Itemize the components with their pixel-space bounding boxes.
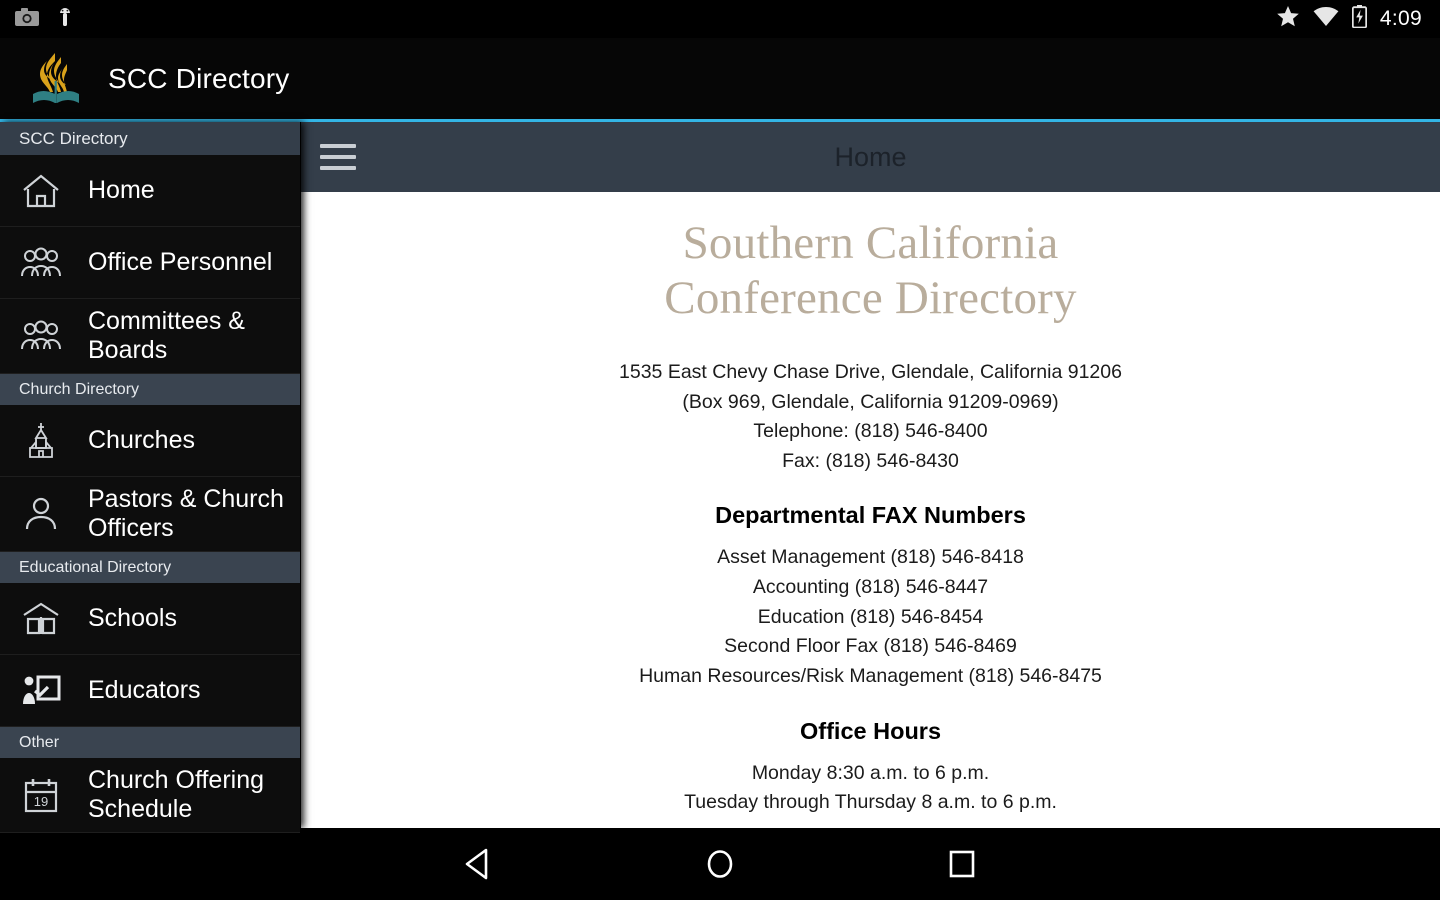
fax-number-item: Asset Management (818) 546-8418 [717,546,1024,569]
address-block: 1535 East Chevy Chase Drive, Glendale, C… [301,358,1440,477]
address-line: 1535 East Chevy Chase Drive, Glendale, C… [619,360,1122,383]
fax-line: Fax: (818) 546-8430 [782,449,959,472]
drawer-section-label: Church Directory [19,380,140,398]
fax-number-item: Accounting (818) 546-8447 [752,576,989,599]
main-content: Southern California Conference Directory… [301,192,1440,828]
adventist-flame-book-logo-icon [30,51,82,107]
church-icon [19,419,63,463]
wifi-icon [1313,6,1339,32]
app-title: SCC Directory [108,62,290,94]
content-header: Home [301,122,1440,192]
directory-title-line2: Conference Directory [664,271,1077,324]
sidebar-item-label: Office Personnel [88,248,273,276]
office-hours-item: Tuesday through Thursday 8 a.m. to 6 p.m… [684,791,1057,814]
page-title: Home [834,141,907,172]
recents-square-icon[interactable] [902,828,1022,900]
sidebar-item-pastors-church-officers[interactable]: Pastors & Church Officers [0,477,300,552]
drawer-section-other: Other [0,727,300,758]
sidebar-item-educators[interactable]: Educators [0,655,300,727]
sidebar-item-label: Pastors & Church Officers [88,485,284,542]
status-bar-clock: 4:09 [1379,7,1422,30]
sidebar-item-label: Schools [88,604,177,632]
telephone-line: Telephone: (818) 546-8400 [753,420,988,443]
fax-number-list: Asset Management (818) 546-8418 Accounti… [301,543,1440,691]
android-status-bar: 4:09 [0,0,1440,38]
fax-number-item: Education (818) 546-8454 [757,605,984,628]
drawer-section-label: Educational Directory [19,558,172,576]
office-hours-item: Monday 8:30 a.m. to 6 p.m. [751,761,990,784]
people-group-icon [19,314,63,358]
drawer-section-educational-directory: Educational Directory [0,552,300,583]
svg-text:19: 19 [34,794,48,809]
sidebar-item-label: Church Offering Schedule [88,766,265,823]
camera-icon [14,7,40,32]
fax-number-item: Human Resources/Risk Management (818) 54… [639,664,1102,687]
status-bar-notifications [0,6,76,33]
sidebar-item-label: Churches [88,426,195,454]
drawer-section-church-directory: Church Directory [0,374,300,405]
navigation-drawer[interactable]: SCC Directory Home Office Personnel Comm… [0,122,300,833]
sidebar-item-label: Educators [88,676,201,704]
sidebar-item-churches[interactable]: Churches [0,405,300,477]
android-robot-icon [54,6,76,33]
status-bar-system-icons: 4:09 [1276,5,1440,33]
sidebar-item-home[interactable]: Home [0,155,300,227]
device-screen: 4:09 SCC Directory Home SCC Directory Ho… [0,0,1440,900]
address-line: (Box 969, Glendale, California 91209-096… [682,390,1059,413]
android-navigation-bar [0,828,1440,900]
directory-title-line1: Southern California [682,217,1059,269]
fax-number-item: Second Floor Fax (818) 546-8469 [724,635,1017,658]
school-book-icon [19,597,63,641]
sidebar-item-schools[interactable]: Schools [0,583,300,655]
back-triangle-icon[interactable] [418,828,538,900]
star-icon [1276,5,1300,33]
sidebar-item-label: Home [88,176,155,204]
sidebar-item-office-personnel[interactable]: Office Personnel [0,227,300,299]
office-hours-list: Monday 8:30 a.m. to 6 p.m. Tuesday throu… [301,759,1440,818]
person-icon [19,492,63,536]
sidebar-item-church-offering-schedule[interactable]: 19 Church Offering Schedule [0,758,300,833]
home-circle-icon[interactable] [660,828,780,900]
office-hours-heading: Office Hours [799,717,942,744]
drawer-section-label: Other [19,733,60,751]
people-group-icon [19,241,63,285]
drawer-header-label: SCC Directory [19,128,128,148]
sidebar-item-committees-boards[interactable]: Committees & Boards [0,299,300,374]
home-icon [19,169,63,213]
directory-document: Southern California Conference Directory… [301,192,1440,828]
sidebar-item-label: Committees & Boards [88,307,245,364]
fax-section-heading: Departmental FAX Numbers [715,502,1026,529]
app-bar: SCC Directory [0,38,1440,119]
teacher-board-icon [19,669,63,713]
calendar-icon: 19 [19,773,63,817]
battery-charging-icon [1351,5,1368,33]
drawer-header: SCC Directory [0,122,300,155]
directory-title: Southern California Conference Directory [301,216,1440,326]
